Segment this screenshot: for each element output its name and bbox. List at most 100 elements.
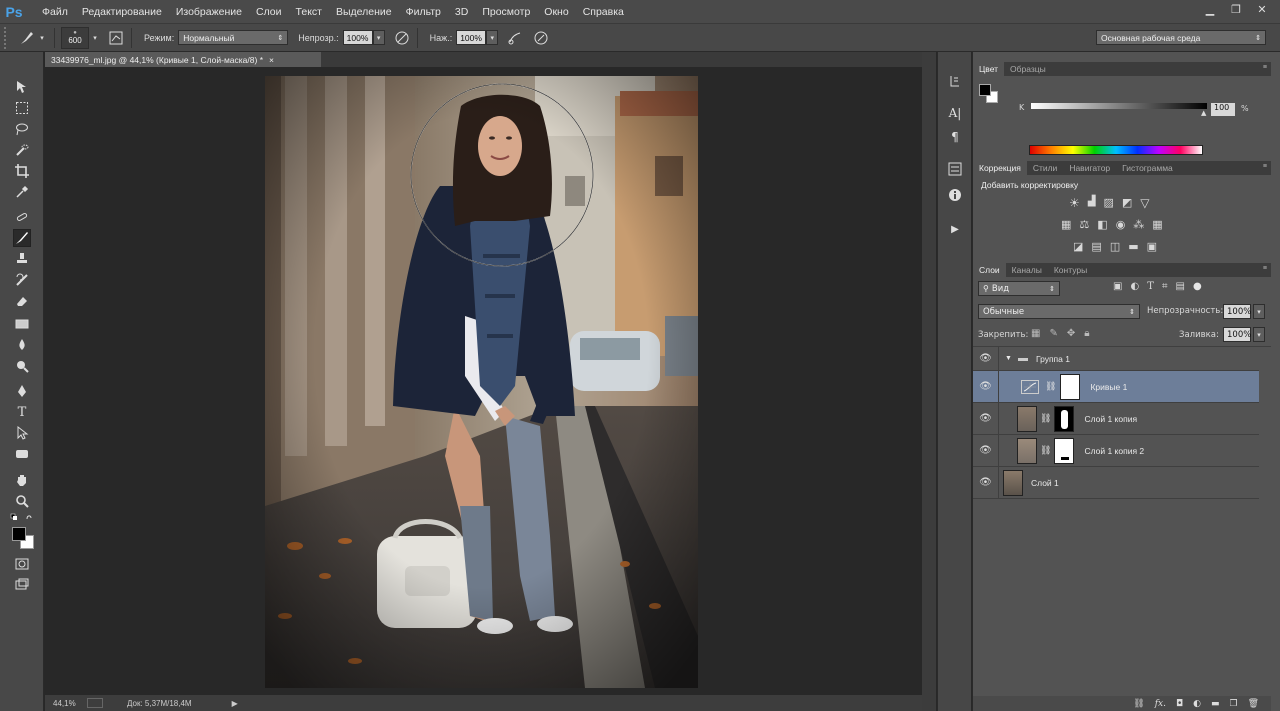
lock-pixels-icon[interactable]: ✎ [1049, 328, 1057, 339]
disclosure-triangle-icon[interactable]: ▼ [1005, 355, 1012, 362]
lock-all-icon[interactable]: 🔒︎ [1084, 328, 1089, 339]
lock-transparency-icon[interactable]: ▦ [1031, 328, 1040, 339]
channel-mixer-icon[interactable]: ⁂ [1133, 218, 1144, 231]
lock-position-icon[interactable]: ✥ [1067, 328, 1075, 339]
menu-layers[interactable]: Слои [249, 6, 289, 18]
zoom-tool-icon[interactable] [13, 492, 31, 510]
visibility-eye-icon[interactable]: 👁︎ [973, 347, 999, 370]
menu-help[interactable]: Справка [576, 6, 631, 18]
curves-icon[interactable]: ▨ [1103, 196, 1113, 210]
photo-filter-icon[interactable]: ◉ [1116, 218, 1126, 231]
menu-3d[interactable]: 3D [448, 6, 475, 18]
properties-icon[interactable] [946, 160, 964, 178]
brush-panel-toggle-icon[interactable] [107, 29, 125, 47]
layer-style-icon[interactable]: fx. [1155, 699, 1166, 709]
tab-channels[interactable]: Каналы [1006, 263, 1048, 277]
fill-input[interactable]: 100% [1223, 327, 1251, 342]
layer-opacity-input[interactable]: 100% [1223, 304, 1251, 319]
quick-mask-icon[interactable] [13, 555, 31, 573]
vibrance-icon[interactable]: ▽ [1140, 196, 1149, 210]
tab-paths[interactable]: Контуры [1048, 263, 1093, 277]
filter-pixel-icon[interactable]: ▣ [1113, 281, 1122, 292]
chevron-down-icon[interactable]: ▾ [1253, 304, 1265, 319]
opacity-input[interactable]: 100% [342, 30, 373, 45]
layer-row[interactable]: 👁︎ ⛓ Слой 1 копия [973, 403, 1259, 435]
filter-type-icon[interactable]: T [1147, 281, 1154, 292]
filter-toggle-icon[interactable]: ● [1193, 281, 1202, 292]
mask-link-icon[interactable]: ⛓ [1040, 445, 1051, 456]
filter-shape-icon[interactable]: ⌗ [1162, 281, 1168, 292]
color-balance-icon[interactable]: ⚖ [1079, 218, 1089, 231]
history-brush-tool-icon[interactable] [13, 271, 31, 289]
link-layers-icon[interactable]: ⛓ [1133, 699, 1144, 709]
move-tool-icon[interactable] [13, 78, 31, 96]
foreground-color-swatch[interactable] [12, 527, 26, 541]
layer-row[interactable]: 👁︎ ⛓ Кривые 1 [973, 371, 1259, 403]
menu-edit[interactable]: Редактирование [75, 6, 169, 18]
layer-thumbnail[interactable] [1017, 405, 1037, 432]
brightness-contrast-icon[interactable]: ☀ [1069, 196, 1080, 210]
default-colors-icon[interactable] [9, 513, 35, 523]
visibility-eye-icon[interactable]: 👁︎ [973, 435, 999, 466]
filter-adjustment-icon[interactable]: ◐ [1130, 281, 1139, 292]
visibility-eye-icon[interactable]: 👁︎ [973, 371, 999, 402]
posterize-icon[interactable]: ▤ [1091, 240, 1101, 253]
panel-menu-icon[interactable]: ≡ [1263, 265, 1267, 272]
filter-smart-object-icon[interactable]: ▤ [1176, 281, 1185, 292]
layer-group-row[interactable]: 👁︎ ▼ ▬ Группа 1 [973, 347, 1259, 371]
blur-tool-icon[interactable] [13, 336, 31, 354]
gradient-tool-icon[interactable] [13, 315, 31, 333]
chevron-down-icon[interactable]: ▾ [36, 30, 48, 45]
menu-image[interactable]: Изображение [169, 6, 249, 18]
workspace-select[interactable]: Основная рабочая среда ⇕ [1096, 30, 1266, 45]
history-icon[interactable] [946, 72, 964, 90]
panel-menu-icon[interactable]: ≡ [1263, 64, 1267, 71]
layer-row[interactable]: 👁︎ Слой 1 [973, 467, 1259, 499]
tab-histogram[interactable]: Гистограмма [1116, 161, 1179, 175]
delete-layer-icon[interactable]: 🗑︎ [1248, 699, 1259, 709]
screen-mode-icon[interactable] [13, 576, 31, 594]
menu-select[interactable]: Выделение [329, 6, 399, 18]
visibility-eye-icon[interactable]: 👁︎ [973, 403, 999, 434]
new-layer-icon[interactable]: ❐ [1229, 699, 1237, 709]
layer-thumbnail[interactable] [1017, 437, 1037, 464]
rectangle-tool-icon[interactable] [13, 445, 31, 463]
layer-mask-thumbnail[interactable] [1060, 373, 1081, 400]
close-icon[interactable]: ✕ [1252, 3, 1272, 17]
new-adjustment-icon[interactable]: ◐ [1193, 699, 1201, 709]
color-fg-swatch[interactable] [979, 84, 991, 96]
tab-layers[interactable]: Слои [973, 263, 1006, 277]
tab-close-icon[interactable]: × [269, 55, 274, 65]
brush-size-picker[interactable]: ● 600 [61, 26, 89, 49]
hand-tool-icon[interactable] [13, 471, 31, 489]
layer-thumbnail[interactable] [1003, 469, 1023, 496]
restore-icon[interactable]: ❐ [1226, 3, 1246, 17]
chevron-down-icon[interactable]: ▾ [89, 30, 101, 45]
dodge-tool-icon[interactable] [13, 357, 31, 375]
clone-stamp-tool-icon[interactable] [13, 250, 31, 268]
tab-adjustments[interactable]: Коррекция [973, 161, 1027, 175]
brush-tool-icon[interactable] [13, 229, 31, 247]
blend-mode-select[interactable]: Обычные ⇕ [978, 304, 1140, 319]
proof-icon[interactable] [87, 698, 103, 708]
menu-view[interactable]: Просмотр [475, 6, 537, 18]
add-mask-icon[interactable]: ◘ [1176, 699, 1183, 709]
mask-link-icon[interactable]: ⛓ [1040, 413, 1051, 424]
doc-info[interactable]: Док: 5,37M/18,4M [127, 699, 192, 708]
play-arrow-icon[interactable]: ▶ [232, 699, 238, 708]
path-selection-tool-icon[interactable] [13, 424, 31, 442]
minimize-icon[interactable]: ▁ [1200, 3, 1220, 17]
tab-styles[interactable]: Стили [1027, 161, 1064, 175]
canvas-area[interactable] [45, 67, 936, 695]
paragraph-panel-icon[interactable]: ¶ [946, 128, 964, 146]
airbrush-icon[interactable] [506, 29, 524, 47]
color-spectrum-bar[interactable] [1029, 145, 1203, 155]
pen-pressure-size-icon[interactable] [532, 29, 550, 47]
zoom-level[interactable]: 44,1% [53, 699, 87, 708]
slider-handle-icon[interactable]: ▲ [1201, 109, 1206, 117]
lasso-tool-icon[interactable] [13, 120, 31, 138]
healing-brush-tool-icon[interactable] [13, 208, 31, 226]
color-lookup-icon[interactable]: ▦ [1152, 218, 1162, 231]
pressure-input[interactable]: 100% [456, 30, 487, 45]
gradient-map-icon[interactable]: ▬ [1128, 240, 1138, 253]
